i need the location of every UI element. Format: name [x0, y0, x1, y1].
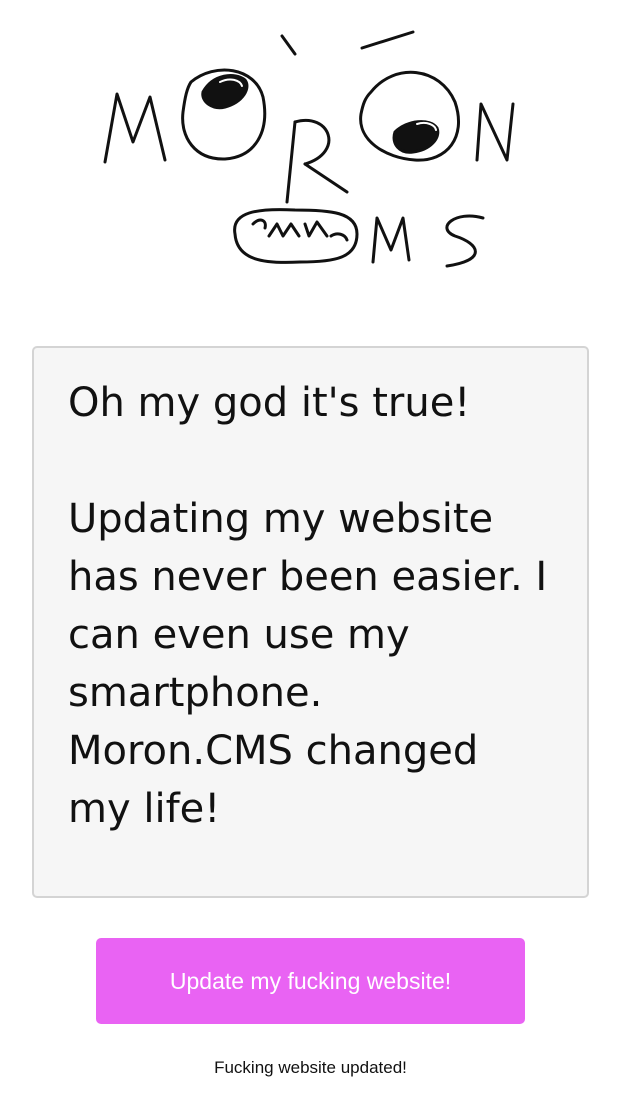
handdrawn-logo-icon [103, 30, 515, 268]
content-editor-textarea[interactable]: Oh my god it's true! Updating my website… [32, 346, 589, 898]
update-website-button[interactable]: Update my fucking website! [96, 938, 525, 1024]
moron-cms-logo [95, 22, 525, 297]
status-message: Fucking website updated! [214, 1058, 407, 1077]
